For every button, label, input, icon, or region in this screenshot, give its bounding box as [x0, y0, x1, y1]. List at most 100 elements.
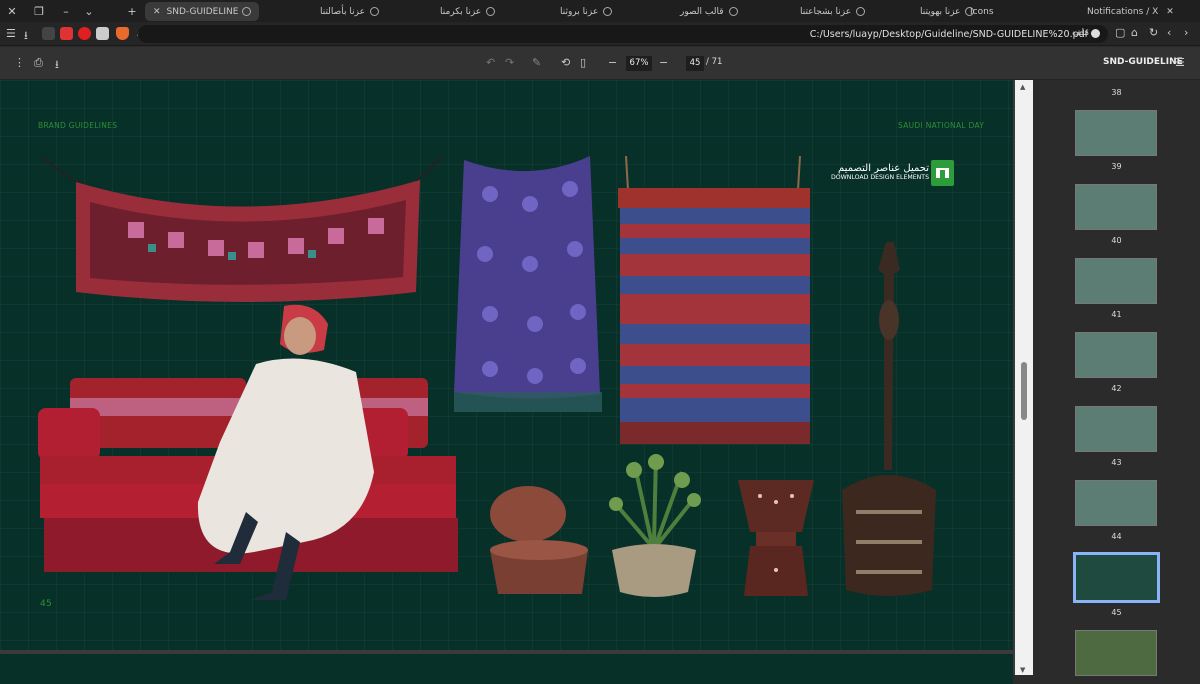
national-day-label: SAUDI NATIONAL DAY — [898, 121, 985, 130]
download-en-text: DOWNLOAD DESIGN ELEMENTS — [831, 174, 929, 181]
brave-shield-icon[interactable] — [116, 27, 129, 40]
rotate-icon[interactable]: ⟲ — [561, 56, 570, 69]
extension-icon[interactable] — [96, 27, 109, 40]
scroll-up-icon[interactable]: ▲ — [1020, 83, 1025, 91]
page-number-label: 45 — [40, 599, 53, 609]
incense-burner-image — [738, 480, 814, 596]
download-icon[interactable]: ⭳ — [24, 27, 28, 46]
page-total: / 71 — [706, 57, 723, 67]
tab-label: Icons — [970, 6, 994, 17]
tab[interactable]: قالب الصور — [680, 2, 738, 21]
tab-label: عزنا بكرمنا — [440, 6, 482, 17]
download-icon[interactable] — [931, 160, 954, 186]
info-icon[interactable] — [1091, 29, 1100, 38]
tab[interactable]: عزنا بشجاعتنا — [800, 2, 866, 21]
close-window-icon[interactable]: ✕ — [0, 0, 24, 22]
thumbnail-page[interactable] — [1075, 406, 1157, 452]
scroll-down-icon[interactable]: ▼ — [1020, 666, 1025, 674]
thumbnail-number: 38 — [1111, 88, 1122, 97]
striped-rug-image — [618, 155, 810, 444]
tab-label: عزنا بأصالتنا — [320, 6, 365, 17]
thumbnail-number: 45 — [1111, 608, 1122, 617]
tab-label: قالب الصور — [680, 6, 724, 17]
pdf-viewer[interactable]: BRAND GUIDELINES SAUDI NATIONAL DAY 45 ت… — [0, 80, 1015, 684]
globe-icon — [370, 7, 379, 16]
seated-man-image — [197, 304, 374, 600]
restore-icon[interactable]: ❐ — [27, 0, 51, 22]
pdf-page: BRAND GUIDELINES SAUDI NATIONAL DAY 45 ت… — [0, 80, 1013, 650]
zoom-in-icon[interactable]: − — [659, 56, 668, 69]
tab-close-icon[interactable]: ✕ — [1166, 7, 1174, 17]
tab[interactable]: عزنا بروثنا — [560, 2, 613, 21]
download-elements-link[interactable]: تحميل عناصر التصميم DOWNLOAD DESIGN ELEM… — [829, 163, 929, 181]
globe-icon — [728, 7, 738, 16]
thumbnail-number: 44 — [1111, 532, 1122, 541]
thumbnail-number: 43 — [1111, 458, 1122, 467]
page-input[interactable]: 45 — [686, 56, 704, 71]
thumbnail-page[interactable] — [1075, 480, 1157, 526]
next-pdf-page — [0, 654, 1013, 684]
tab-active[interactable]: ✕ SND-GUIDELINE — [145, 2, 259, 21]
download-ar-text: تحميل عناصر التصميم — [838, 163, 929, 174]
brand-guidelines-label: BRAND GUIDELINES — [38, 121, 118, 130]
address-bar: ☰ ⭳ ⌕ C:/Users/luayp/Desktop/Guideline/S… — [0, 22, 1200, 46]
tab-search-icon[interactable]: ▢ — [1115, 26, 1125, 39]
purple-textile-image — [454, 156, 602, 412]
wooden-mortar-image — [842, 242, 936, 596]
fit-page-icon[interactable]: ▯ — [580, 56, 586, 69]
save-icon[interactable]: ⭳ — [55, 56, 59, 75]
globe-icon — [856, 7, 866, 16]
tab[interactable]: عزنا بأصالتنا — [320, 2, 379, 21]
outline-menu-icon[interactable]: ☰ — [1175, 56, 1185, 69]
thumbnail-sidebar: 38 39 40 41 42 43 44 45 — [1033, 80, 1200, 676]
pdf-scrollbar[interactable]: ▲ ▼ — [1015, 80, 1033, 675]
minimize-icon[interactable]: – — [54, 0, 78, 22]
tab-close-icon[interactable]: ✕ — [153, 7, 161, 17]
basket-image — [490, 486, 588, 594]
back-icon[interactable]: ‹ — [1167, 26, 1171, 39]
print-icon[interactable]: ⎙ — [34, 56, 43, 70]
tab-label: Notifications / X — [1087, 6, 1159, 17]
extension-icon[interactable] — [60, 27, 73, 40]
thumbnail-page[interactable] — [1075, 184, 1157, 230]
thumbnail-page-selected[interactable] — [1073, 552, 1160, 603]
thumbnail-page[interactable] — [1075, 630, 1157, 676]
hanging-rug-image — [39, 155, 444, 302]
url-text: C:/Users/luayp/Desktop/Guideline/SND-GUI… — [809, 29, 1088, 40]
extension-icon[interactable] — [42, 27, 55, 40]
forward-icon[interactable]: › — [1184, 26, 1188, 39]
thumbnail-number: 39 — [1111, 162, 1122, 171]
new-tab-icon[interactable]: + — [120, 0, 144, 22]
more-options-icon[interactable]: ⋮ — [14, 56, 25, 69]
thumbnail-number: 41 — [1111, 310, 1122, 319]
redo-icon[interactable]: ↷ — [505, 56, 514, 69]
draw-icon[interactable]: ✎ — [532, 56, 541, 69]
document-title: SND-GUIDELINE — [1103, 57, 1183, 67]
globe-icon — [603, 7, 613, 16]
youtube-icon[interactable] — [78, 27, 91, 40]
globe-icon — [242, 7, 251, 16]
tab-label: عزنا بروثنا — [560, 6, 599, 17]
menu-icon[interactable]: ☰ — [6, 27, 16, 40]
file-label: ملف — [1072, 28, 1090, 38]
thumbnail-number: 40 — [1111, 236, 1122, 245]
tab-label: عزنا بشجاعتنا — [800, 6, 852, 17]
plant-pot-image — [609, 453, 701, 597]
tab[interactable]: عزنا بهويتنا — [920, 2, 975, 21]
thumbnail-page[interactable] — [1075, 110, 1157, 156]
scrollbar-thumb[interactable] — [1021, 362, 1027, 420]
zoom-out-icon[interactable]: − — [608, 56, 617, 69]
tab[interactable]: Notifications / X ✕ — [1087, 2, 1174, 21]
thumbnail-page[interactable] — [1075, 332, 1157, 378]
pdf-toolbar: ⋮ ⎙ ⭳ ↶ ↷ ✎ ⟲ ▯ − 67% − 45 / 71 SND-GUID… — [0, 47, 1200, 80]
tab-bar: ✕ ❐ – ⌄ + ✕ SND-GUIDELINE عزنا بأصالتنا … — [0, 0, 1200, 22]
tab-list-icon[interactable]: ⌄ — [77, 0, 101, 22]
zoom-input[interactable]: 67% — [626, 56, 652, 71]
tab[interactable]: عزنا بكرمنا — [440, 2, 496, 21]
tab[interactable]: Icons — [970, 2, 994, 21]
undo-icon[interactable]: ↶ — [486, 56, 495, 69]
reload-icon[interactable]: ↻ — [1149, 26, 1158, 39]
tab-label: SND-GUIDELINE — [166, 6, 239, 17]
home-icon[interactable]: ⌂ — [1131, 26, 1138, 39]
thumbnail-page[interactable] — [1075, 258, 1157, 304]
